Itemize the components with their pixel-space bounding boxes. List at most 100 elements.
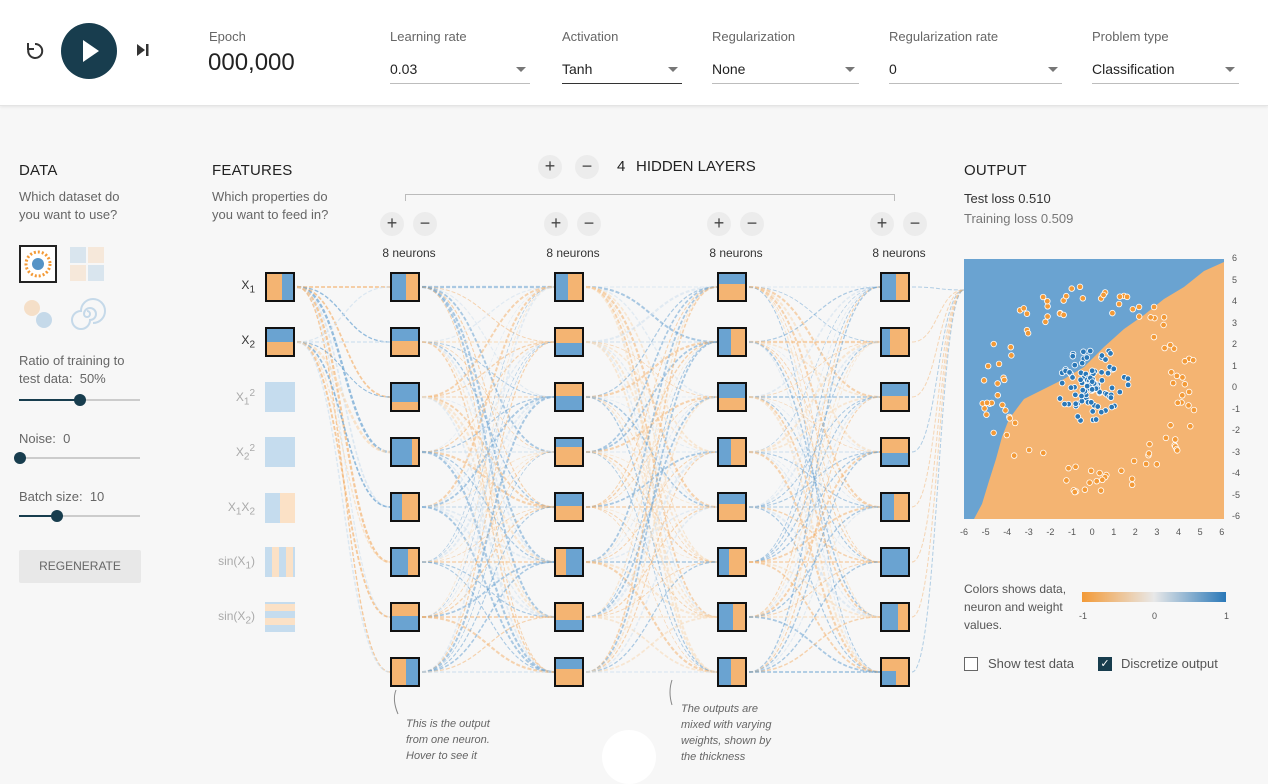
orange-point (1076, 283, 1084, 291)
orange-point (1099, 476, 1106, 484)
orange-point (1065, 465, 1072, 472)
orange-point (1044, 313, 1051, 320)
orange-point (1190, 406, 1198, 414)
blue-point (1108, 403, 1115, 411)
blue-point (1074, 413, 1081, 420)
blue-point (1079, 386, 1086, 394)
blue-point (1083, 382, 1091, 390)
orange-point (1020, 305, 1027, 312)
discretize-output-checkbox[interactable]: ✓ (1098, 657, 1112, 671)
orange-point (1179, 392, 1186, 399)
x-tick: -2 (1046, 527, 1055, 537)
orange-point (1068, 285, 1075, 292)
orange-point (1150, 333, 1158, 341)
orange-point (1063, 292, 1070, 300)
blue-point (1088, 367, 1096, 374)
orange-point (1086, 479, 1093, 486)
orange-point (983, 399, 991, 407)
y-tick: 4 (1232, 296, 1238, 306)
orange-point (1172, 436, 1179, 443)
orange-point (980, 377, 988, 384)
orange-point (1181, 381, 1189, 388)
orange-point (1109, 309, 1116, 317)
y-tick: -2 (1232, 425, 1241, 435)
orange-point (1003, 431, 1010, 439)
discretize-output-label: Discretize output (1121, 656, 1218, 671)
orange-point (1044, 303, 1051, 310)
x-tick: -5 (981, 527, 990, 537)
orange-point (1167, 341, 1174, 349)
blue-point (1116, 388, 1124, 396)
color-legend-bar (1082, 592, 1226, 602)
orange-point (1060, 311, 1067, 319)
blue-point (1061, 400, 1068, 408)
blue-point (1077, 376, 1084, 383)
orange-point (1100, 291, 1107, 299)
orange-point (1007, 343, 1014, 351)
blue-point (1056, 395, 1064, 402)
orange-point (1187, 423, 1194, 430)
blue-point (1094, 403, 1101, 410)
orange-point (1150, 303, 1158, 311)
blue-point (1083, 354, 1091, 361)
show-test-data-checkbox[interactable] (964, 657, 978, 671)
y-tick: 2 (1232, 339, 1238, 349)
test-loss: Test loss 0.510 (964, 191, 1051, 206)
orange-point (1185, 388, 1193, 396)
orange-point (1115, 300, 1123, 308)
x-tick: 1 (1111, 527, 1117, 537)
blue-point (1089, 408, 1096, 415)
weights-note: The outputs are mixed with varying weigh… (681, 703, 772, 763)
scroll-hint-circle[interactable] (602, 730, 656, 784)
training-loss: Training loss 0.509 (964, 211, 1073, 226)
orange-point (1001, 376, 1008, 384)
orange-point (1174, 399, 1181, 407)
orange-point (1147, 314, 1154, 321)
orange-point (984, 362, 992, 370)
blue-point (1124, 381, 1132, 389)
output-title: OUTPUT (964, 162, 1027, 179)
orange-point (1123, 293, 1131, 301)
orange-point (1167, 422, 1174, 429)
orange-point (1135, 303, 1143, 311)
x-tick: 6 (1219, 527, 1225, 537)
orange-point (1142, 460, 1150, 468)
blue-point (1092, 416, 1100, 423)
orange-point (1006, 415, 1013, 422)
x-tick: 2 (1132, 527, 1138, 537)
orange-point (994, 392, 1001, 399)
blue-point (1087, 347, 1094, 355)
legend-tick-mid: 0 (1152, 611, 1158, 621)
orange-point (1185, 402, 1192, 409)
orange-point (1079, 295, 1087, 302)
orange-point (1002, 407, 1009, 414)
blue-point (1072, 391, 1079, 399)
orange-point (1063, 477, 1070, 484)
orange-point (1118, 467, 1125, 474)
x-tick: -6 (960, 527, 969, 537)
orange-point (1179, 374, 1186, 381)
blue-point (1088, 399, 1095, 406)
orange-point (1129, 306, 1136, 313)
blue-point (1071, 361, 1078, 369)
orange-point (990, 429, 997, 437)
orange-point (1096, 469, 1103, 477)
output-heatmap[interactable] (964, 259, 1224, 519)
orange-point (1011, 419, 1019, 427)
y-tick: 1 (1232, 360, 1238, 371)
blue-point (1098, 369, 1105, 376)
orange-point (1161, 344, 1168, 352)
training-loss-label: Training loss (964, 211, 1038, 226)
blue-point (1069, 374, 1076, 381)
orange-point (999, 401, 1006, 409)
orange-point (1044, 297, 1051, 305)
blue-point (1107, 350, 1114, 357)
orange-point (1040, 449, 1047, 457)
training-loss-value: 0.509 (1040, 211, 1074, 226)
legend-tick-min: -1 (1079, 611, 1088, 621)
orange-point (1181, 358, 1189, 365)
orange-point (1097, 487, 1105, 494)
blue-point (1066, 369, 1073, 376)
orange-point (1093, 477, 1100, 485)
orange-point (1128, 481, 1136, 489)
